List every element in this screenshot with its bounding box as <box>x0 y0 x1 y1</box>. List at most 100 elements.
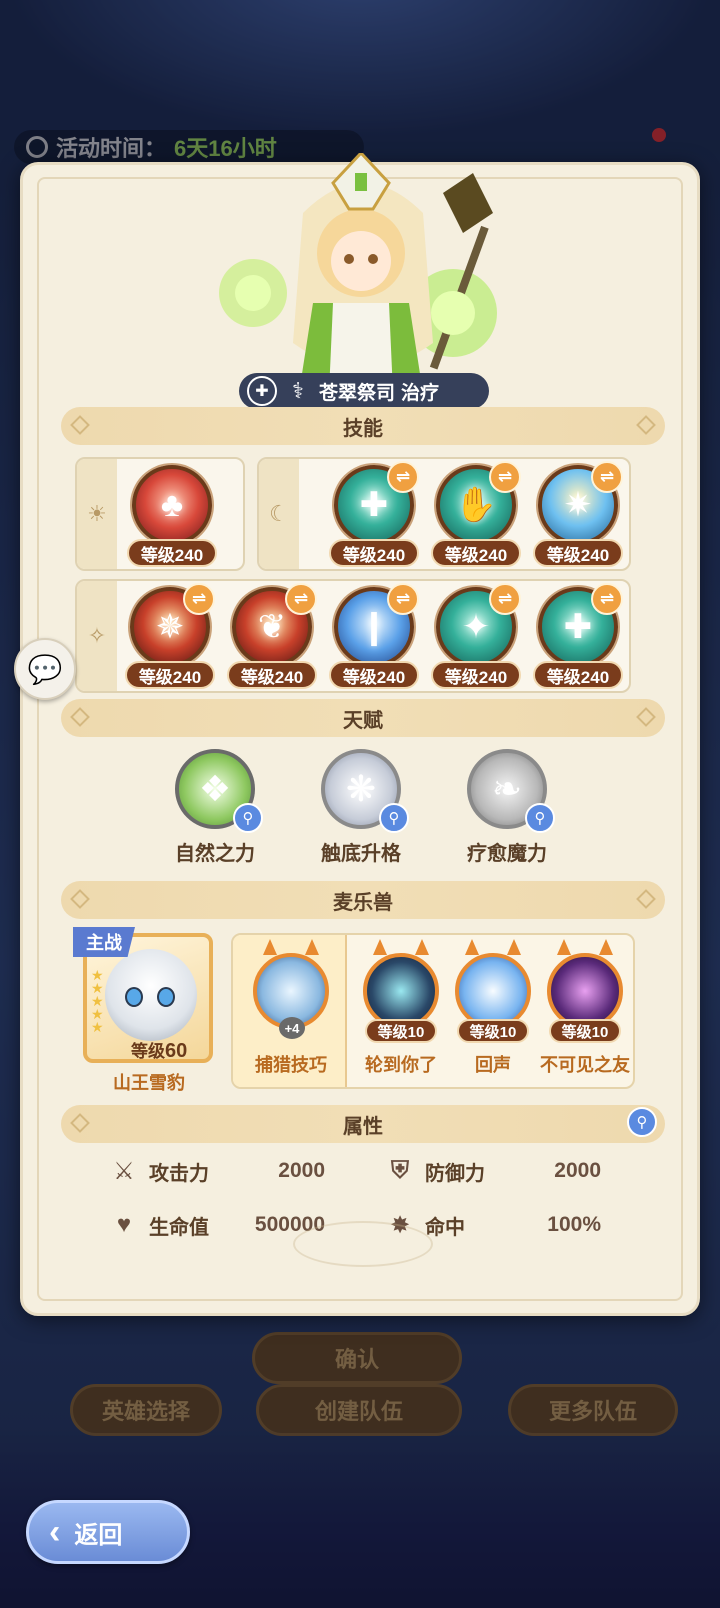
accuracy-value: 100% <box>547 1213 601 1236</box>
echo-bird-icon <box>455 953 531 1029</box>
back-label: 返回 <box>74 1521 123 1549</box>
snow-leopard-icon <box>105 949 197 1041</box>
defense-label: 防御力 <box>425 1162 485 1185</box>
skill-group-moon: ☾ ✚ ⇌ 等级240 ✋ ⇌ 等级240 ✷ ⇌ 等级240 <box>257 457 631 571</box>
talents-title: 天赋 <box>343 709 383 732</box>
talent-name: 触底升格 <box>321 843 401 865</box>
heart-icon: ♥ <box>116 1211 132 1238</box>
defense-value: 2000 <box>554 1159 601 1182</box>
skill-level: 等级240 <box>329 661 419 689</box>
swap-icon[interactable]: ⇌ <box>591 583 623 615</box>
pet-skills-panel: +4 捕猎技巧 等级10 轮到你了 等级10 回声 等级10 不可见之友 <box>231 933 635 1089</box>
skill-level: 等级240 <box>125 661 215 689</box>
skill-level: 等级240 <box>227 661 317 689</box>
attributes-row-1: ⚔ 攻击力 2000 ⛨ 防御力 2000 <box>109 1151 649 1191</box>
pets-header: 麦乐兽 <box>61 881 665 919</box>
crosshair-icon: ✚ <box>247 376 277 406</box>
swap-icon[interactable]: ⇌ <box>183 583 215 615</box>
skill-group-star: ✧ ✵ ⇌ 等级240 ❦ ⇌ 等级240 ❙ ⇌ 等级240 ✦ ⇌ 等级24… <box>75 579 631 693</box>
swap-icon[interactable]: ⇌ <box>387 461 419 493</box>
invisible-ghost-icon <box>547 953 623 1029</box>
magnifier-icon[interactable]: ⚲ <box>233 803 263 833</box>
pet-skill-name: 捕猎技巧 <box>255 1055 327 1075</box>
pet-skill-slot[interactable]: +4 捕猎技巧 <box>243 935 339 1085</box>
pet-skill-level: 等级10 <box>365 1019 437 1043</box>
back-arrow-icon: ‹ <box>49 1513 61 1551</box>
skill-slot[interactable]: ✚ ⇌ 等级240 <box>329 461 419 571</box>
diamond-icon <box>636 707 656 727</box>
skill-slot[interactable]: ❙ ⇌ 等级240 <box>329 583 419 693</box>
skill-slot[interactable]: ❦ ⇌ 等级240 <box>227 583 317 693</box>
hp-label: 生命值 <box>149 1216 209 1239</box>
hero-name-tag: ✚ ⚕ 苍翠祭司 治疗 <box>239 373 489 409</box>
attack-label: 攻击力 <box>149 1162 209 1185</box>
skill-level: 等级240 <box>533 661 623 689</box>
attributes-title: 属性 <box>343 1115 383 1138</box>
sparkle-icon: ✧ <box>77 581 117 691</box>
pet-skill-slot[interactable]: 等级10 不可见之友 <box>537 935 633 1085</box>
skill-slot[interactable]: ✵ ⇌ 等级240 <box>125 583 215 693</box>
attributes-header: 属性 ⚲ <box>61 1105 665 1143</box>
hero-detail-panel: ✚ ⚕ 苍翠祭司 治疗 技能 ☀ ♣ 等级240 ☾ ✚ ⇌ 等级240 ✋ ⇌… <box>20 153 700 1316</box>
talent-slot[interactable]: ❖ ⚲ 自然之力 <box>145 749 285 869</box>
swap-icon[interactable]: ⇌ <box>387 583 419 615</box>
rose-priestess-icon: ♣ <box>132 465 212 545</box>
pet-skill-slot[interactable]: 等级10 轮到你了 <box>353 935 449 1085</box>
talent-slot[interactable]: ❋ ⚲ 触底升格 <box>291 749 431 869</box>
diamond-icon <box>70 707 90 727</box>
talent-name: 疗愈魔力 <box>467 843 547 865</box>
chat-bubble-button[interactable]: 💬 <box>14 638 76 700</box>
skill-level: 等级240 <box>431 661 521 689</box>
skill-slot[interactable]: ✋ ⇌ 等级240 <box>431 461 521 571</box>
talent-name: 自然之力 <box>175 843 255 865</box>
skill-level: 等级240 <box>329 539 419 567</box>
chat-icon: 💬 <box>27 653 63 685</box>
skills-header: 技能 <box>61 407 665 445</box>
talent-slot[interactable]: ❧ ⚲ 疗愈魔力 <box>437 749 577 869</box>
skill-group-sun: ☀ ♣ 等级240 <box>75 457 245 571</box>
accuracy-label: 命中 <box>425 1216 465 1239</box>
attack-value: 2000 <box>278 1159 325 1182</box>
skill-slot[interactable]: ✚ ⇌ 等级240 <box>533 583 623 693</box>
panel-emblem <box>293 1221 433 1267</box>
talents-header: 天赋 <box>61 699 665 737</box>
hero-role: 治疗 <box>401 382 440 404</box>
pet-skill-slot[interactable]: 等级10 回声 <box>445 935 541 1085</box>
hero-name: 苍翠祭司 <box>319 382 396 404</box>
pet-name: 山王雪豹 <box>113 1073 185 1093</box>
pet-skill-level: 等级10 <box>549 1019 621 1043</box>
pet-skill-level: 等级10 <box>457 1019 529 1043</box>
diamond-icon <box>70 415 90 435</box>
diamond-icon <box>70 889 90 909</box>
pet-skill-name: 不可见之友 <box>540 1055 630 1075</box>
magnifier-icon[interactable]: ⚲ <box>525 803 555 833</box>
skill-level: 等级240 <box>127 539 217 567</box>
level-badge: +4 <box>279 1017 305 1039</box>
magnifier-icon[interactable]: ⚲ <box>379 803 409 833</box>
diamond-icon <box>70 1113 90 1133</box>
crossed-swords-icon: ⚔ <box>113 1157 135 1185</box>
pet-stars: ★ ★ ★ ★ ★ <box>91 967 104 1035</box>
swap-icon[interactable]: ⇌ <box>489 461 521 493</box>
sun-icon: ☀ <box>77 459 117 569</box>
pet-level: 等级60 <box>131 1040 188 1062</box>
swap-icon[interactable]: ⇌ <box>285 583 317 615</box>
pets-title: 麦乐兽 <box>333 891 393 914</box>
main-battle-tag: 主战 <box>73 927 135 957</box>
skill-slot[interactable]: ♣ 等级240 <box>127 461 217 571</box>
skills-title: 技能 <box>343 417 383 440</box>
swap-icon[interactable]: ⇌ <box>591 461 623 493</box>
staff-icon: ⚕ <box>292 378 304 403</box>
shadow-wolf-icon <box>363 953 439 1029</box>
swap-icon[interactable]: ⇌ <box>489 583 521 615</box>
skill-level: 等级240 <box>533 539 623 567</box>
back-button[interactable]: ‹ 返回 <box>26 1500 190 1564</box>
skill-slot[interactable]: ✦ ⇌ 等级240 <box>431 583 521 693</box>
diamond-icon <box>636 415 656 435</box>
attributes-magnifier-icon[interactable]: ⚲ <box>627 1107 657 1137</box>
skill-level: 等级240 <box>431 539 521 567</box>
moon-icon: ☾ <box>259 459 299 569</box>
skill-slot[interactable]: ✷ ⇌ 等级240 <box>533 461 623 571</box>
diamond-icon <box>636 889 656 909</box>
shield-icon: ⛨ <box>391 1157 409 1184</box>
